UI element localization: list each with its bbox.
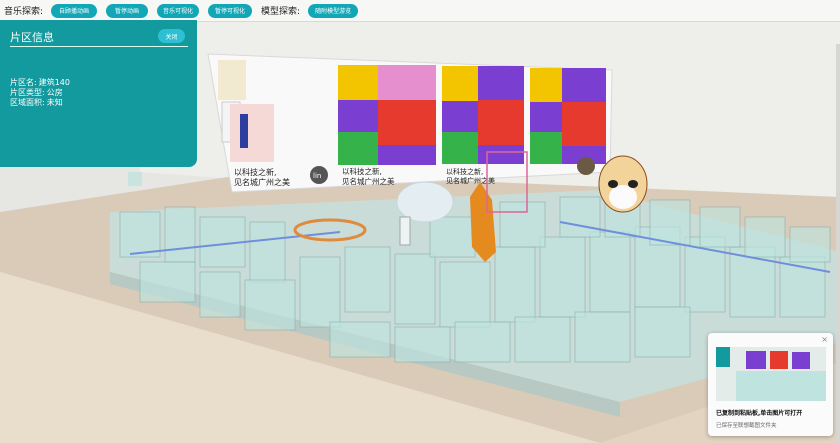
close-panel-button[interactable]: 关闭 bbox=[158, 29, 185, 43]
right-edge bbox=[836, 44, 840, 443]
pause-visualize-button[interactable]: 暂停可视化 bbox=[208, 3, 253, 18]
model-explore-label: 模型探索: bbox=[261, 7, 301, 17]
info-key: 区域面积: bbox=[10, 98, 45, 107]
banner-text: 以科技之新, bbox=[342, 166, 382, 176]
music-explore-label: 音乐探索: bbox=[4, 7, 44, 17]
district-info-panel: 片区信息 关闭 片区名: 建筑140 片区类型: 公房 区域面积: 未知 bbox=[0, 20, 197, 167]
banner-text: 以科技之新, bbox=[446, 167, 483, 176]
banner-text: 见名城广州之美 bbox=[342, 176, 395, 186]
banner-text: 以科技之新, bbox=[234, 167, 277, 177]
screenshot-thumbnail[interactable] bbox=[716, 347, 826, 401]
info-value: 未知 bbox=[46, 98, 63, 107]
close-icon[interactable]: × bbox=[821, 335, 828, 344]
pause-animation-button[interactable]: 暂停动画 bbox=[106, 3, 149, 18]
panel-title: 片区信息 bbox=[10, 31, 54, 44]
play-animation-button[interactable]: 自顾播动画 bbox=[51, 3, 98, 18]
banner-text: 见名城广州之美 bbox=[234, 177, 290, 187]
music-visualize-button[interactable]: 音乐可视化 bbox=[157, 3, 200, 18]
top-toolbar: 音乐探索: 自顾播动画 暂停动画 音乐可视化 暂停可视化 模型探索: 随附模型游… bbox=[0, 0, 840, 22]
screenshot-toast[interactable]: × 已复制到粘贴板,单击图片可打开 已保存至联想截图文件夹 bbox=[708, 333, 833, 436]
model-tour-button[interactable]: 随附模型游览 bbox=[308, 3, 359, 18]
badge-label: lin bbox=[313, 172, 321, 180]
info-row-area: 区域面积: 未知 bbox=[10, 97, 63, 108]
toast-subtext: 已保存至联想截图文件夹 bbox=[716, 423, 777, 429]
divider bbox=[10, 46, 188, 47]
toast-message: 已复制到粘贴板,单击图片可打开 bbox=[716, 410, 803, 417]
